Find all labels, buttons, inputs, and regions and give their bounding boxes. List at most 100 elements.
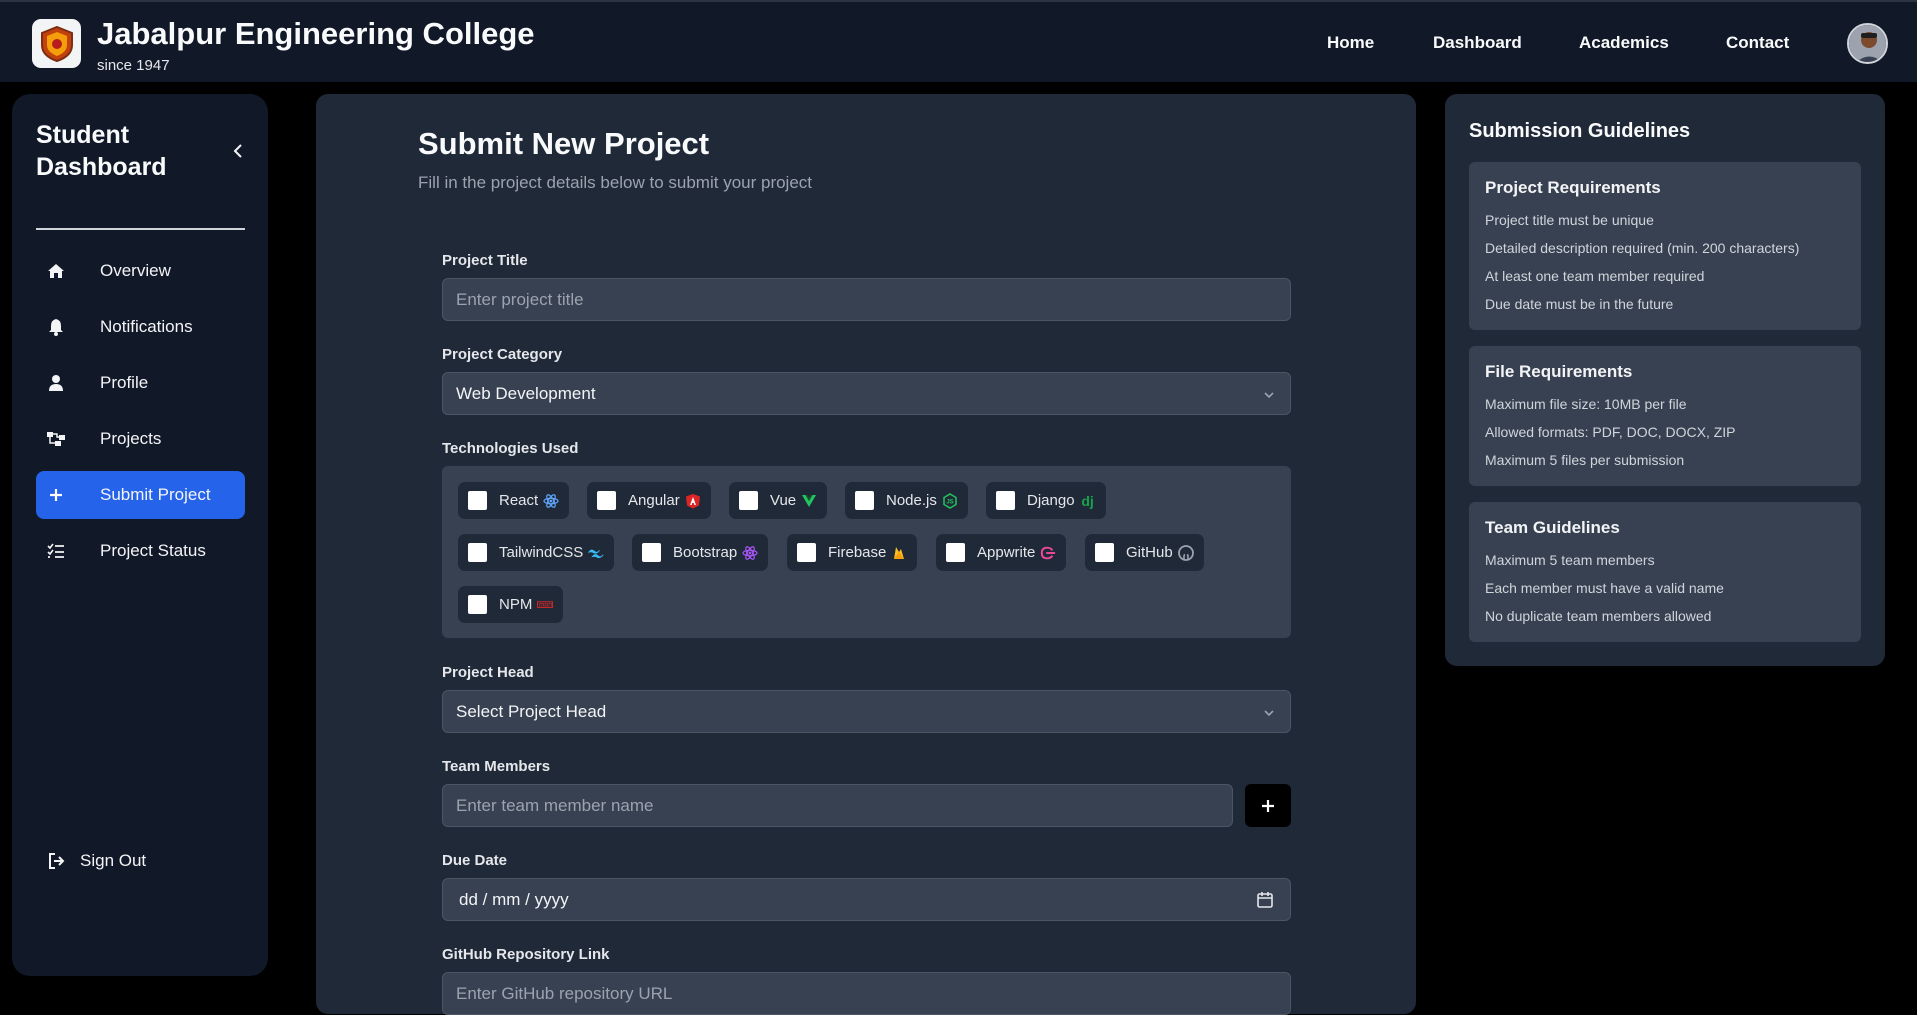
- guidelines-title: Submission Guidelines: [1469, 120, 1691, 142]
- sidebar-item-notifications[interactable]: Notifications: [36, 303, 245, 351]
- npm-icon: [537, 597, 554, 613]
- tech-label: TailwindCSS: [499, 544, 584, 561]
- checkbox[interactable]: [739, 491, 758, 510]
- tech-bootstrap-checkbox[interactable]: Bootstrap: [632, 534, 769, 571]
- project-head-value: Select Project Head: [456, 701, 607, 721]
- project-title-input[interactable]: Enter project title: [442, 278, 1291, 321]
- sidebar-item-project-status[interactable]: Project Status: [36, 527, 245, 575]
- tech-tailwindcss-checkbox[interactable]: TailwindCSS: [458, 534, 615, 571]
- nav-home[interactable]: Home: [1327, 33, 1374, 53]
- tech-firebase-checkbox[interactable]: Firebase: [787, 534, 918, 571]
- sign-out-icon: [48, 852, 66, 875]
- checkbox[interactable]: [468, 595, 487, 614]
- bootstrap-icon: [742, 545, 758, 561]
- checkbox[interactable]: [597, 491, 616, 510]
- submit-project-panel: Submit New Project Fill in the project d…: [316, 94, 1416, 1015]
- sidebar-item-label: Submit Project: [100, 485, 211, 504]
- team-member-input[interactable]: Enter team member name: [442, 784, 1233, 827]
- checkbox[interactable]: [946, 543, 965, 562]
- nodejs-icon: JS: [942, 492, 958, 509]
- github-icon: [1177, 544, 1194, 561]
- nav-dashboard[interactable]: Dashboard: [1433, 33, 1522, 53]
- page-subtitle: Fill in the project details below to sub…: [418, 173, 813, 192]
- nav-academics[interactable]: Academics: [1579, 33, 1669, 53]
- user-icon: [46, 373, 66, 393]
- sidebar-item-label: Profile: [100, 373, 149, 392]
- checkbox[interactable]: [468, 491, 487, 510]
- tech-github-checkbox[interactable]: GitHub: [1085, 534, 1204, 571]
- github-link-input[interactable]: Enter GitHub repository URL: [442, 972, 1291, 1015]
- tech-npm-checkbox[interactable]: NPM: [458, 586, 564, 623]
- sidebar-item-projects[interactable]: Projects: [36, 415, 245, 463]
- tech-label: Appwrite: [977, 544, 1036, 561]
- sidebar-divider: [36, 228, 245, 230]
- chevron-down-icon: [1262, 387, 1276, 401]
- technologies-label: Technologies Used: [442, 440, 579, 457]
- sidebar-item-label: Project Status: [100, 541, 206, 560]
- checkbox[interactable]: [1095, 543, 1114, 562]
- submission-guidelines-panel: Submission Guidelines Project Requiremen…: [1445, 94, 1885, 666]
- tech-react-checkbox[interactable]: React: [458, 482, 570, 519]
- sidebar: Student Dashboard Overview Notifications…: [12, 94, 268, 976]
- guideline-item: Each member must have a valid name: [1485, 580, 1724, 596]
- sidebar-item-label: Notifications: [100, 317, 193, 336]
- college-subtitle: since 1947: [97, 57, 170, 74]
- sidebar-title: Student Dashboard: [36, 121, 167, 181]
- sidebar-item-profile[interactable]: Profile: [36, 359, 245, 407]
- vue-icon: [801, 493, 817, 509]
- guideline-heading: File Requirements: [1485, 362, 1633, 381]
- guideline-item: Detailed description required (min. 200 …: [1485, 240, 1800, 256]
- sign-out-button[interactable]: Sign Out: [36, 846, 186, 876]
- add-team-member-button[interactable]: [1245, 784, 1291, 827]
- guideline-item: No duplicate team members allowed: [1485, 608, 1712, 624]
- project-category-select[interactable]: Web Development: [442, 372, 1291, 415]
- guideline-heading: Team Guidelines: [1485, 518, 1620, 537]
- django-icon: dj: [1081, 492, 1094, 509]
- calendar-icon[interactable]: [1256, 891, 1274, 914]
- due-date-input[interactable]: dd / mm / yyyy: [442, 878, 1291, 921]
- firebase-icon: [891, 545, 907, 561]
- chevron-left-icon[interactable]: [229, 141, 249, 161]
- sidebar-item-label: Projects: [100, 429, 162, 448]
- guideline-item: Due date must be in the future: [1485, 296, 1674, 312]
- tech-label: NPM: [499, 596, 533, 613]
- sidebar-item-label: Overview: [100, 261, 171, 280]
- tech-label: Django: [1027, 492, 1075, 509]
- sign-out-label: Sign Out: [80, 851, 147, 870]
- checkbox[interactable]: [468, 543, 487, 562]
- project-head-label: Project Head: [442, 664, 534, 681]
- guideline-item: Maximum file size: 10MB per file: [1485, 396, 1687, 412]
- tech-label: Firebase: [828, 544, 887, 561]
- checkbox[interactable]: [797, 543, 816, 562]
- due-date-value: dd / mm / yyyy: [459, 889, 569, 909]
- sidebar-item-submit-project[interactable]: Submit Project: [36, 471, 245, 519]
- nav-contact[interactable]: Contact: [1726, 33, 1789, 53]
- tech-angular-checkbox[interactable]: Angular: [587, 482, 711, 519]
- avatar[interactable]: [1847, 23, 1888, 64]
- tech-appwrite-checkbox[interactable]: Appwrite: [936, 534, 1067, 571]
- tech-label: Bootstrap: [673, 544, 738, 561]
- college-title: Jabalpur Engineering College: [97, 16, 535, 51]
- tech-nodejs-checkbox[interactable]: Node.js JS: [845, 482, 968, 519]
- sidebar-item-overview[interactable]: Overview: [36, 247, 245, 295]
- project-title-label: Project Title: [442, 252, 528, 269]
- guideline-card-team-guidelines: Team Guidelines Maximum 5 team members E…: [1469, 502, 1861, 642]
- guideline-heading: Project Requirements: [1485, 178, 1661, 197]
- tech-django-checkbox[interactable]: Django dj: [986, 482, 1106, 519]
- plus-icon: [1262, 799, 1274, 812]
- checkbox[interactable]: [855, 491, 874, 510]
- college-seal-icon: [40, 25, 73, 62]
- tech-label: Angular: [628, 492, 680, 509]
- checkbox[interactable]: [642, 543, 661, 562]
- home-icon: [46, 261, 66, 281]
- top-navbar: Jabalpur Engineering College since 1947 …: [0, 0, 1917, 82]
- tech-label: Vue: [770, 492, 797, 509]
- github-link-label: GitHub Repository Link: [442, 946, 610, 963]
- project-head-select[interactable]: Select Project Head: [442, 690, 1291, 733]
- guideline-card-project-requirements: Project Requirements Project title must …: [1469, 162, 1861, 330]
- guideline-item: Maximum 5 team members: [1485, 552, 1655, 568]
- checkbox[interactable]: [996, 491, 1015, 510]
- project-tree-icon: [46, 429, 66, 449]
- tech-vue-checkbox[interactable]: Vue: [729, 482, 828, 519]
- college-logo[interactable]: [32, 19, 81, 68]
